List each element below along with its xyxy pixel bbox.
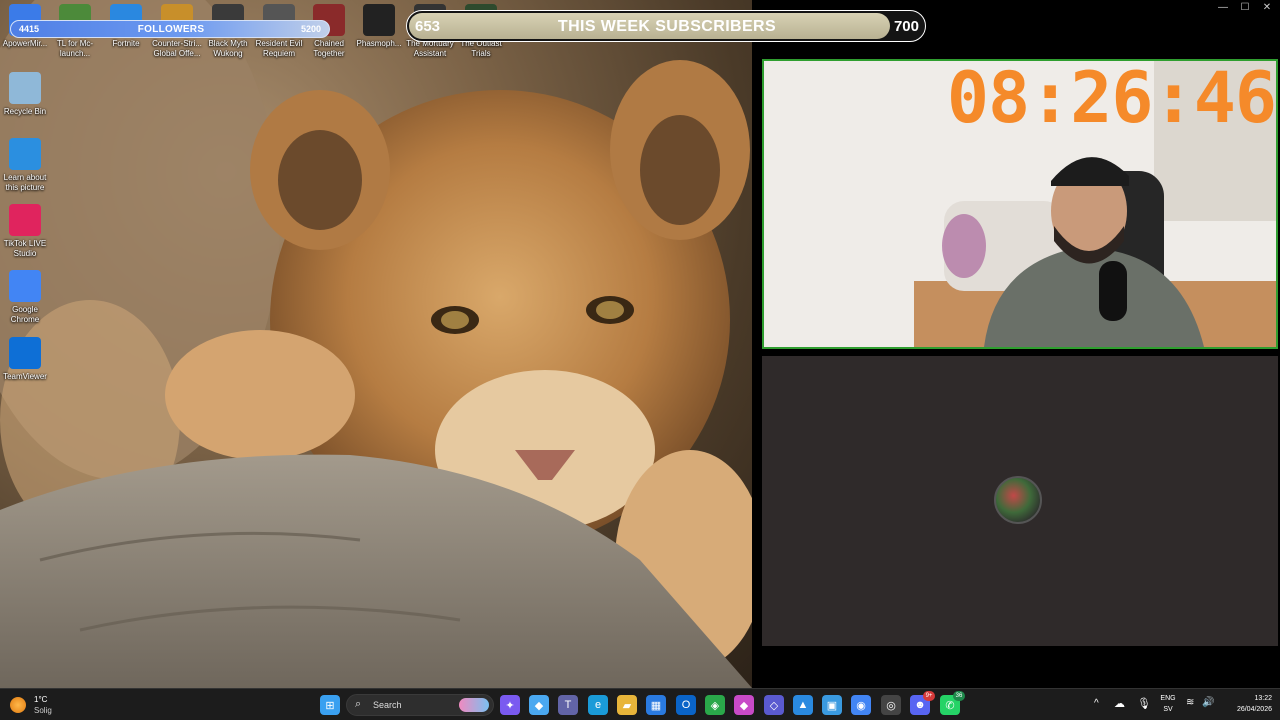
desktop-shortcut-label: Learn about this picture — [3, 173, 47, 192]
chrome-icon — [9, 270, 41, 302]
stream-timer: 08:26:46 — [946, 59, 1276, 139]
desktop-shortcut-label: Fortnite — [112, 39, 140, 48]
subscribers-goal-bar: 653 THIS WEEK SUBSCRIBERS 700 — [406, 10, 926, 42]
desktop-shortcut-teamviewer[interactable]: TeamViewer — [0, 337, 50, 382]
mixed-app-icon[interactable]: ◆ — [734, 695, 754, 715]
notification-badge: 36 — [953, 691, 965, 701]
tray-time[interactable]: 13:22 — [1220, 695, 1272, 702]
subscribers-goal: 700 — [893, 18, 919, 35]
desktop-shortcut-label: Resident Evil Requiem — [255, 39, 303, 58]
desktop-shortcut-label: ApowerMir... — [2, 39, 48, 48]
photos-icon[interactable]: ▲ — [793, 695, 813, 715]
learn-about-picture-icon — [9, 138, 41, 170]
viewer-avatar — [994, 476, 1042, 524]
store-icon[interactable]: ▦ — [646, 695, 666, 715]
chrome-taskbar-icon[interactable]: ◉ — [851, 695, 871, 715]
weather-temperature: 1°C — [34, 695, 48, 704]
desktop-shortcut-learn-about-picture[interactable]: Learn about this picture — [0, 138, 50, 193]
microphone-icon[interactable]: 🎙 — [1137, 697, 1151, 710]
desktop-shortcut-label: The Outlast Trials — [460, 39, 502, 58]
teams-icon[interactable]: T — [558, 695, 578, 715]
outlook-icon[interactable]: O — [676, 695, 696, 715]
screen: ApowerMir... TL for Mc-launch... Fortnite C… — [0, 0, 1280, 720]
tray-chevron-icon[interactable]: ^ — [1094, 698, 1099, 709]
phasmophobia-icon — [363, 4, 395, 36]
search-label: Search — [373, 700, 402, 710]
desktop-shortcut-label: The Mortuary Assistant — [406, 39, 454, 58]
desktop-shortcut-label: TL for Mc-launch... — [56, 39, 94, 58]
desktop-shortcut-label: TikTok LIVE Studio — [3, 239, 47, 258]
cloud-icon[interactable]: ☁ — [1114, 697, 1125, 710]
dev-app-icon[interactable]: ◇ — [764, 695, 784, 715]
desktop-shortcut-recycle-bin[interactable]: Recycle Bin — [0, 72, 50, 117]
search-icon: ⌕ — [355, 698, 362, 710]
taskbar-search[interactable]: ⌕ Search — [346, 694, 494, 716]
close-button[interactable]: ✕ — [1258, 2, 1276, 13]
desktop-shortcut-label: Chained Together — [313, 39, 345, 58]
followers-goal-bar: 4415 FOLLOWERS 5200 — [10, 20, 330, 38]
volume-icon[interactable]: 🔊 — [1202, 697, 1214, 708]
obs-icon[interactable]: ◎ — [881, 695, 901, 715]
desktop-shortcut-chrome[interactable]: Google Chrome — [0, 270, 50, 325]
desktop-shortcut-label: TeamViewer — [3, 372, 47, 381]
minimize-button[interactable]: — — [1214, 2, 1232, 13]
desktop-shortcut-label: Black Myth Wukong — [208, 39, 248, 58]
whatsapp-icon[interactable]: ✆ 36 — [940, 691, 965, 715]
weather-condition: Solig — [34, 706, 52, 715]
desktop-shortcut-label: Recycle Bin — [3, 107, 47, 116]
desktop-shortcut-tiktok-live-studio[interactable]: TikTok LIVE Studio — [0, 204, 50, 259]
copilot-app[interactable]: ✦ — [500, 695, 520, 715]
screen-app-icon[interactable]: ▣ — [822, 695, 842, 715]
teamviewer-icon — [9, 337, 41, 369]
desktop-shortcut-label: Google Chrome — [10, 305, 40, 324]
taskbar: 1°C Solig ⊞ ✦ ◆ Te ▰ ▦ O ◈ ◆ ◇ ▲ ▣ ◉ ◎ ☻ 9+ ✆ 36 ⌕ Search… — [0, 688, 1280, 720]
edge-icon[interactable]: e — [588, 695, 608, 715]
tiktok-live-studio-icon — [9, 204, 41, 236]
lion-cub-image — [0, 0, 752, 688]
weather-icon[interactable] — [10, 697, 26, 713]
language-indicator[interactable]: ENG — [1158, 695, 1178, 702]
subscribers-label: THIS WEEK SUBSCRIBERS — [557, 18, 777, 35]
search-highlight-icon — [459, 698, 489, 712]
notification-badge: 9+ — [923, 691, 935, 701]
desktop-shortcut-label: Counter-Stri... Global Offe... — [152, 39, 202, 58]
desktop-shortcut-phasmophobia[interactable]: Phasmoph... — [354, 4, 404, 49]
start-button[interactable]: ⊞ — [320, 695, 340, 715]
recycle-bin-icon — [9, 72, 41, 104]
webcam-view: 08:26:46 — [762, 59, 1278, 349]
followers-goal: 5200 — [300, 24, 321, 34]
copilot-icon[interactable]: ◆ — [529, 695, 549, 715]
maximize-button[interactable]: ☐ — [1236, 2, 1254, 13]
followers-label: FOLLOWERS — [137, 24, 205, 35]
wifi-icon[interactable]: ≋ — [1186, 697, 1194, 708]
desktop-shortcut-label: Phasmoph... — [356, 39, 402, 48]
vpn-icon[interactable]: ◈ — [705, 695, 725, 715]
desktop-wallpaper — [0, 0, 752, 688]
stream-alert-panel — [762, 356, 1278, 646]
region-indicator[interactable]: SV — [1158, 706, 1178, 713]
file-explorer-icon[interactable]: ▰ — [617, 695, 637, 715]
discord-icon[interactable]: ☻ 9+ — [910, 691, 935, 715]
tray-date[interactable]: 26/04/2026 — [1220, 706, 1272, 713]
